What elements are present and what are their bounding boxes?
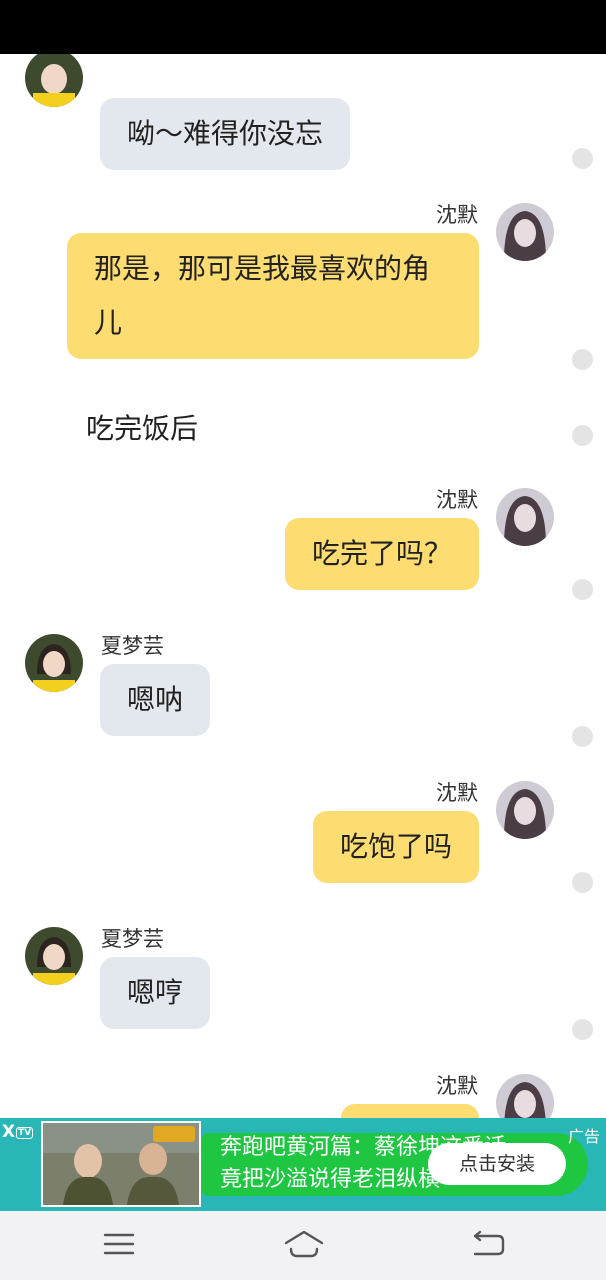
status-dot	[572, 148, 593, 169]
avatar[interactable]	[496, 488, 554, 546]
status-dot	[572, 726, 593, 747]
sender-name: 夏梦芸	[101, 927, 164, 951]
sender-name: 夏梦芸	[101, 634, 164, 658]
status-dot	[572, 349, 593, 370]
status-dot	[572, 579, 593, 600]
install-button[interactable]: 点击安装	[428, 1143, 566, 1185]
ad-label: 广告	[567, 1127, 600, 1146]
home-icon[interactable]	[283, 1229, 325, 1259]
sender-name: 沈默	[436, 488, 478, 512]
ad-banner[interactable]: X TV 奔跑吧黄河篇：蔡徐坤这番话竟把沙溢说得老泪纵横 点击安装 广告	[0, 1118, 606, 1211]
status-bar	[0, 0, 606, 54]
message-bubble[interactable]: 吃饱了吗	[312, 811, 479, 883]
message-bubble[interactable]	[341, 1104, 479, 1118]
message-bubble[interactable]: 吃完了吗？	[284, 518, 479, 590]
sender-name: 沈默	[436, 1074, 478, 1098]
status-dot	[572, 872, 593, 893]
message-bubble[interactable]: 嗯哼	[100, 957, 211, 1029]
avatar[interactable]	[25, 634, 83, 692]
ad-thumbnail[interactable]	[41, 1121, 201, 1207]
back-icon[interactable]	[472, 1229, 506, 1259]
chat-area[interactable]: 呦～难得你没忘 沈默 那是，那可是我最喜欢的角儿 吃完饭后 沈默 吃完了吗？ 夏…	[0, 54, 606, 1118]
ad-close-button[interactable]: X TV	[2, 1122, 34, 1142]
avatar[interactable]	[496, 1074, 554, 1118]
message-bubble[interactable]: 那是，那可是我最喜欢的角儿	[67, 233, 479, 359]
message-bubble[interactable]: 嗯呐	[100, 664, 211, 736]
menu-icon[interactable]	[102, 1229, 136, 1259]
status-dot	[572, 425, 593, 446]
avatar[interactable]	[496, 781, 554, 839]
message-bubble[interactable]: 呦～难得你没忘	[100, 98, 351, 170]
sender-name: 沈默	[436, 781, 478, 805]
narration-text: 吃完饭后	[86, 412, 199, 445]
avatar[interactable]	[25, 54, 83, 107]
navigation-bar	[0, 1211, 606, 1280]
avatar[interactable]	[496, 203, 554, 261]
avatar[interactable]	[25, 927, 83, 985]
sender-name: 沈默	[436, 203, 478, 227]
status-dot	[572, 1019, 593, 1040]
